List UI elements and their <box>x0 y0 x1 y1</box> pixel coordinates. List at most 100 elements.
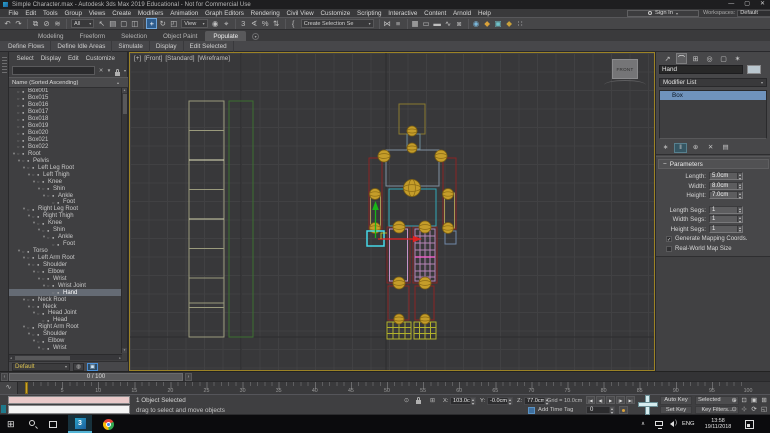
menu-item[interactable]: Arnold <box>450 10 475 17</box>
show-end-result-icon[interactable]: ‖ <box>674 142 687 153</box>
ribbon-button[interactable]: Simulate <box>112 40 150 52</box>
time-slider[interactable]: ‹ 0 / 100 › <box>0 371 770 381</box>
ribbon-tab[interactable]: Selection <box>113 31 155 41</box>
auto-key-button[interactable]: Auto Key <box>660 396 692 405</box>
scroll-down-icon[interactable]: ▾ <box>122 348 127 353</box>
tree-item-head[interactable]: ○ ● Head <box>9 317 122 324</box>
absolute-offset-toggle-icon[interactable]: ⊞ <box>430 397 435 404</box>
checkbox-icon[interactable] <box>666 245 672 252</box>
spinner-icon[interactable] <box>737 173 742 180</box>
workspace-dropdown[interactable]: Default ▾ <box>737 9 770 17</box>
scroll-up-icon[interactable]: ▴ <box>122 88 127 93</box>
render-setup-icon[interactable]: ◆ <box>482 18 493 29</box>
menu-item[interactable]: File <box>5 10 22 17</box>
tree-item-right-arm-root[interactable]: ▾ ○ ● Right Arm Root <box>9 324 122 331</box>
select-and-rotate-icon[interactable]: ↻ <box>157 18 168 29</box>
explorer-menu-item[interactable]: Edit <box>65 55 83 62</box>
maxscript-mini-listener-macro[interactable] <box>8 396 130 404</box>
toggle-scene-explorer-icon[interactable]: ▦ <box>410 18 421 29</box>
previous-key-button[interactable]: ‹ <box>1 373 8 381</box>
field-of-view-icon[interactable]: ⊙ <box>729 405 739 415</box>
tree-item-shin[interactable]: ▾ ○ ● Shin <box>9 227 122 234</box>
tree-item-shoulder[interactable]: ▾ ○ ● Shoulder <box>9 331 122 338</box>
ribbon-button[interactable]: Define Flows <box>2 40 52 52</box>
tree-item-shoulder[interactable]: ▾ ○ ● Shoulder <box>9 261 122 268</box>
minimize-button[interactable]: — <box>728 0 734 9</box>
play-button[interactable]: ▶ <box>606 396 615 404</box>
tree-item-hand[interactable]: ○ ● Hand <box>9 289 122 297</box>
create-tab-icon[interactable]: ↗ <box>662 53 673 64</box>
angle-snap-icon[interactable]: ∢ <box>249 18 260 29</box>
select-and-scale-icon[interactable]: ◰ <box>168 18 179 29</box>
volume-icon[interactable] <box>670 420 677 427</box>
scrollbar-thumb[interactable] <box>15 356 70 360</box>
checkbox-generate-mapping-coords-[interactable]: ✓ Generate Mapping Coords. <box>666 236 747 243</box>
tree-item-head-joint[interactable]: ▾ ○ ● Head Joint <box>9 310 122 317</box>
start-button-icon[interactable]: ⊞ <box>7 420 15 429</box>
spinner-icon[interactable] <box>737 206 742 213</box>
zoom-extents-icon[interactable]: ▣ <box>749 396 759 406</box>
menu-item[interactable]: Scripting <box>354 10 385 17</box>
add-time-tag-label[interactable]: Add Time Tag <box>538 407 573 413</box>
viewcube[interactable]: FRONT <box>612 59 638 79</box>
undo-icon[interactable]: ↶ <box>2 18 13 29</box>
menu-item[interactable]: Views <box>85 10 108 17</box>
ribbon-tab[interactable]: Freeform <box>72 31 114 41</box>
zoom-icon[interactable]: ⊕ <box>729 396 739 406</box>
viewport-shading-menu[interactable]: [Wireframe] <box>197 55 230 62</box>
utilities-tab-icon[interactable]: ✶ <box>732 53 743 64</box>
network-icon[interactable] <box>655 421 663 429</box>
filter-icon[interactable]: ▼ <box>105 66 113 75</box>
left-foot-box[interactable] <box>386 321 412 340</box>
time-slider-handle[interactable]: 0 / 100 <box>9 373 183 381</box>
viewport-canvas[interactable] <box>130 53 654 370</box>
tree-item-box019[interactable]: ○ ● Box019 <box>9 123 122 130</box>
select-by-name-icon[interactable]: ▤ <box>107 18 118 29</box>
spinner-icon[interactable] <box>737 225 742 232</box>
tree-item-right-thigh[interactable]: ▾ ○ ● Right Thigh <box>9 213 122 220</box>
pin-stack-icon[interactable]: ∗ <box>659 143 672 153</box>
explorer-menu-item[interactable]: Select <box>13 55 37 62</box>
select-and-link-icon[interactable]: ⧉ <box>30 18 41 29</box>
sort-direction-icon[interactable]: ▴ <box>117 80 119 85</box>
spinner-icon[interactable] <box>470 398 475 405</box>
current-frame-marker[interactable] <box>25 382 28 394</box>
toggle-layer-explorer-icon[interactable]: ▭ <box>421 18 432 29</box>
explorer-vertical-scrollbar[interactable]: ▴ ▾ <box>121 88 127 353</box>
taskbar-3dsmax-app[interactable]: 3 <box>68 415 92 433</box>
schematic-view-icon[interactable]: ⧈ <box>454 18 465 29</box>
menu-item[interactable]: Content <box>421 10 450 17</box>
taskbar-chrome-app[interactable] <box>96 415 120 433</box>
tray-expand-icon[interactable]: ∧ <box>641 421 645 427</box>
explorer-preset-dropdown[interactable]: Default ▾ <box>12 362 70 371</box>
display-tab-icon[interactable]: ▢ <box>718 53 729 64</box>
clear-search-icon[interactable]: ✕ <box>97 66 105 75</box>
left-thigh-box[interactable] <box>389 228 408 282</box>
menu-item[interactable]: Civil View <box>283 10 317 17</box>
tree-item-root[interactable]: ▾ ○ ● Root <box>9 150 122 157</box>
tree-item-left-arm-root[interactable]: ▾ ○ ● Left Arm Root <box>9 255 122 262</box>
selection-filter-dropdown[interactable]: All ▾ <box>71 19 95 28</box>
chevron-down-icon[interactable]: ▾ <box>121 66 129 75</box>
x-coordinate-field[interactable]: 103.0cm <box>450 397 476 405</box>
explorer-menu-item[interactable]: Customize <box>82 55 118 62</box>
tree-item-wrist[interactable]: ▾ ○ ● Wrist <box>9 275 122 282</box>
y-coordinate-field[interactable]: -0.0cm <box>487 397 513 405</box>
select-and-move-icon[interactable]: + <box>146 18 158 29</box>
scrollbar-thumb[interactable] <box>122 94 127 114</box>
parameter-field-height[interactable]: 7.0cm <box>709 191 743 199</box>
language-indicator[interactable]: ENG <box>682 421 695 427</box>
render-production-icon[interactable]: ◆ <box>504 18 515 29</box>
render-in-cloud-icon[interactable]: ∷ <box>515 18 526 29</box>
character-rig[interactable] <box>368 103 457 340</box>
tree-item-ankle[interactable]: ▾ ○ ● Ankle <box>9 234 122 241</box>
right-thigh-segmented-box[interactable] <box>414 228 436 282</box>
snaps-toggle-icon[interactable]: 3 <box>238 18 249 29</box>
tree-item-box015[interactable]: ○ ● Box015 <box>9 95 122 102</box>
tree-item-foot[interactable]: ○ ● Foot <box>9 241 122 248</box>
tree-item-pelvis[interactable]: ▾ ○ ● Pelvis <box>9 157 122 164</box>
tree-item-knee[interactable]: ▾ ○ ● Knee <box>9 220 122 227</box>
go-to-start-button[interactable]: |◀ <box>586 396 595 404</box>
explorer-column-header[interactable]: Name (Sorted Ascending) ▴ <box>9 77 128 88</box>
go-to-end-button[interactable]: ▶| <box>626 396 635 404</box>
